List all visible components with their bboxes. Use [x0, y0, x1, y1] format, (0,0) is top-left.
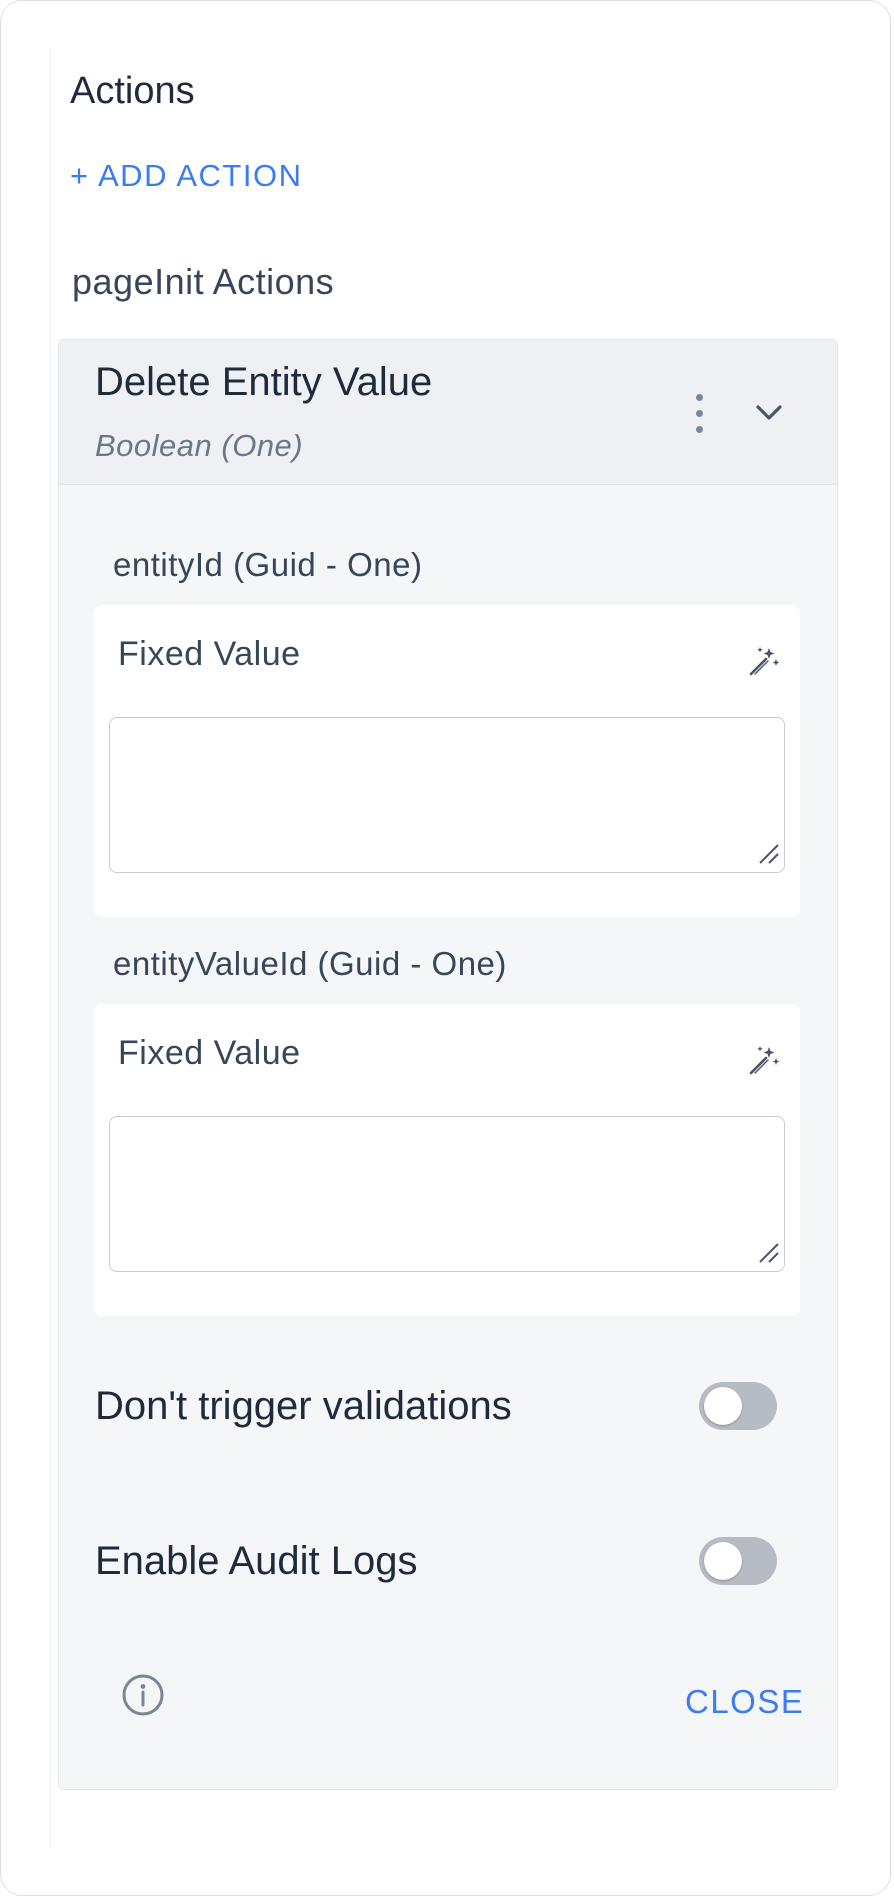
- chevron-down-icon[interactable]: [749, 392, 789, 432]
- value-source-label: Fixed Value: [118, 635, 301, 673]
- toggle-label-enable-audit-logs: Enable Audit Logs: [95, 1539, 418, 1583]
- action-card: Delete Entity Value Boolean (One) entity…: [58, 339, 838, 1790]
- magic-wand-icon[interactable]: [746, 1042, 782, 1078]
- panel-divider: [50, 48, 51, 1848]
- add-action-button[interactable]: + ADD ACTION: [70, 158, 302, 194]
- toggle-knob: [704, 1542, 742, 1580]
- param-label-entityid: entityId (Guid - One): [113, 546, 423, 583]
- resize-handle-icon[interactable]: [756, 1240, 780, 1264]
- toggle-label-dont-trigger-validations: Don't trigger validations: [95, 1384, 512, 1428]
- action-group-title: pageInit Actions: [72, 261, 335, 302]
- panel-title: Actions: [70, 70, 195, 112]
- toggle-knob: [704, 1387, 742, 1425]
- enable-audit-logs-toggle[interactable]: [699, 1537, 777, 1585]
- magic-wand-icon[interactable]: [746, 643, 782, 679]
- action-card-header[interactable]: Delete Entity Value Boolean (One): [59, 340, 837, 485]
- value-source-label: Fixed Value: [118, 1034, 301, 1072]
- param-label-entityvalueid: entityValueId (Guid - One): [113, 945, 507, 982]
- fixed-value-input-entityvalueid[interactable]: [109, 1116, 785, 1272]
- fixed-value-input-entityid[interactable]: [109, 717, 785, 873]
- info-icon[interactable]: [121, 1673, 165, 1717]
- param-box-entityvalueid: Fixed Value: [94, 1004, 800, 1316]
- close-button[interactable]: CLOSE: [685, 1683, 804, 1721]
- dont-trigger-validations-toggle[interactable]: [699, 1382, 777, 1430]
- kebab-menu-icon[interactable]: [685, 390, 715, 438]
- param-box-entityid: Fixed Value: [94, 605, 800, 917]
- action-title: Delete Entity Value: [95, 360, 433, 404]
- action-return-type: Boolean (One): [95, 428, 304, 463]
- resize-handle-icon[interactable]: [756, 841, 780, 865]
